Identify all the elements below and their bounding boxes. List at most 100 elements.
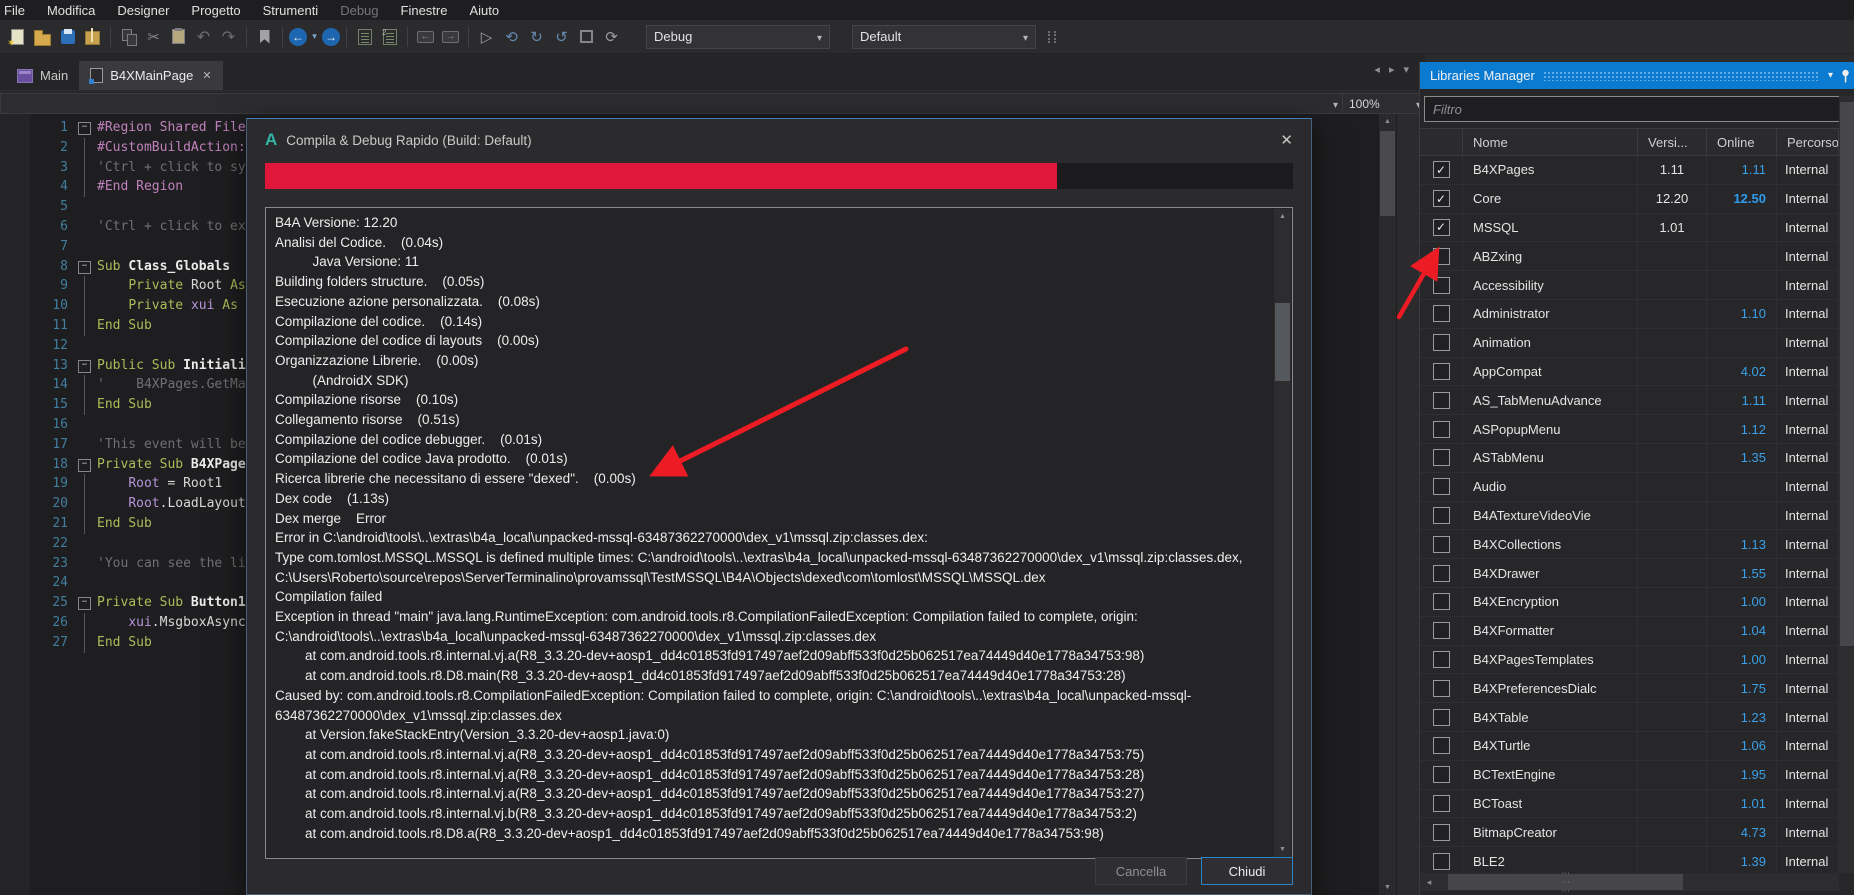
forward-icon[interactable] xyxy=(322,27,340,46)
library-checkbox[interactable] xyxy=(1432,478,1450,496)
editor-vertical-scrollbar[interactable] xyxy=(1379,114,1396,895)
fold-toggle-icon[interactable] xyxy=(78,458,91,472)
package-icon[interactable] xyxy=(81,26,104,48)
library-checkbox[interactable] xyxy=(1432,218,1450,236)
cancel-button[interactable]: Cancella xyxy=(1095,857,1187,885)
library-row[interactable]: B4XCollections 1.13 Internal xyxy=(1420,530,1839,560)
copy-icon[interactable] xyxy=(117,26,140,48)
menu-strumenti[interactable]: Strumenti xyxy=(252,2,330,19)
run-icon[interactable] xyxy=(475,26,498,48)
library-checkbox[interactable] xyxy=(1432,737,1450,755)
compile-log[interactable]: B4A Versione: 12.20 Analisi del Codice. (… xyxy=(265,207,1293,859)
library-checkbox[interactable] xyxy=(1432,708,1450,726)
toolbar-grip[interactable] xyxy=(1048,30,1056,43)
scroll-down-icon[interactable] xyxy=(1379,880,1396,895)
library-checkbox[interactable] xyxy=(1432,679,1450,697)
stop-icon[interactable] xyxy=(575,26,598,48)
library-row[interactable]: B4XFormatter 1.04 Internal xyxy=(1420,616,1839,646)
menu-designer[interactable]: Designer xyxy=(106,2,180,19)
cut-icon[interactable] xyxy=(142,26,165,48)
library-checkbox[interactable] xyxy=(1432,766,1450,784)
menu-file[interactable]: File xyxy=(0,2,36,19)
library-checkbox[interactable] xyxy=(1432,823,1450,841)
tab-list-icon[interactable] xyxy=(1403,63,1409,76)
resume-debug-icon[interactable] xyxy=(550,26,573,48)
library-row[interactable]: Audio Internal xyxy=(1420,472,1839,502)
library-row[interactable]: Administrator 1.10 Internal xyxy=(1420,299,1839,329)
panel-title-bar[interactable]: Libraries Manager xyxy=(1420,62,1854,89)
undo-icon[interactable] xyxy=(192,26,215,48)
step-debug-icon[interactable] xyxy=(525,26,548,48)
library-row[interactable]: BCToast 1.01 Internal xyxy=(1420,789,1839,819)
library-checkbox[interactable] xyxy=(1432,564,1450,582)
library-checkbox[interactable] xyxy=(1432,420,1450,438)
scrollbar-thumb[interactable] xyxy=(1275,303,1290,381)
tab-scroll-left-icon[interactable] xyxy=(1374,63,1380,76)
panel-vertical-scrollbar[interactable] xyxy=(1839,96,1854,873)
menu-finestre[interactable]: Finestre xyxy=(390,2,459,19)
restart-debug-icon[interactable] xyxy=(600,26,623,48)
fold-toggle-icon[interactable] xyxy=(78,260,91,274)
paste-icon[interactable] xyxy=(167,26,190,48)
menu-aiuto[interactable]: Aiuto xyxy=(458,2,510,19)
library-row[interactable]: BLE2 1.39 Internal xyxy=(1420,847,1839,876)
tab-main[interactable]: Main xyxy=(6,61,79,90)
back-icon[interactable] xyxy=(289,27,307,46)
library-checkbox[interactable] xyxy=(1432,362,1450,380)
scroll-left-icon[interactable] xyxy=(1422,873,1436,891)
close-button[interactable]: Chiudi xyxy=(1201,857,1293,885)
library-checkbox[interactable] xyxy=(1432,391,1450,409)
prev-module-icon[interactable] xyxy=(414,26,437,48)
bookmark-icon[interactable] xyxy=(253,26,276,48)
library-row[interactable]: B4XTurtle 1.06 Internal xyxy=(1420,731,1839,761)
zoom-combobox[interactable]: 100% xyxy=(1342,93,1428,114)
library-row[interactable]: BitmapCreator 4.73 Internal xyxy=(1420,818,1839,848)
library-checkbox[interactable] xyxy=(1432,190,1450,208)
library-row[interactable]: BCTextEngine 1.95 Internal xyxy=(1420,760,1839,790)
build-mode-combobox[interactable]: Debug xyxy=(646,24,830,49)
library-row[interactable]: B4XPagesTemplates 1.00 Internal xyxy=(1420,645,1839,675)
library-checkbox[interactable] xyxy=(1432,247,1450,265)
library-row[interactable]: B4XPreferencesDialc 1.75 Internal xyxy=(1420,674,1839,704)
build-config-combobox[interactable]: Default xyxy=(852,24,1036,49)
library-row[interactable]: B4ATextureVideoVie Internal xyxy=(1420,501,1839,531)
library-row[interactable]: B4XDrawer 1.55 Internal xyxy=(1420,559,1839,588)
library-row[interactable]: Accessibility Internal xyxy=(1420,271,1839,300)
column-header-versione[interactable]: Versi... xyxy=(1638,129,1707,155)
library-checkbox[interactable] xyxy=(1432,852,1450,870)
library-checkbox[interactable] xyxy=(1432,506,1450,524)
new-project-icon[interactable] xyxy=(6,26,29,49)
column-header-online[interactable]: Online xyxy=(1707,129,1777,155)
scrollbar-thumb[interactable] xyxy=(1448,874,1683,890)
library-checkbox[interactable] xyxy=(1432,161,1450,179)
close-tab-icon[interactable] xyxy=(202,69,211,82)
scrollbar-thumb[interactable] xyxy=(1840,102,1854,646)
library-row[interactable]: B4XEncryption 1.00 Internal xyxy=(1420,587,1839,617)
redo-icon[interactable] xyxy=(217,26,240,48)
library-checkbox[interactable] xyxy=(1432,794,1450,812)
close-icon[interactable] xyxy=(1280,131,1293,149)
library-row[interactable]: B4XTable 1.23 Internal xyxy=(1420,703,1839,732)
library-row[interactable]: Core12.2012.50Internal xyxy=(1420,184,1839,214)
dialog-title-bar[interactable]: A Compila & Debug Rapido (Build: Default… xyxy=(247,119,1311,161)
library-checkbox[interactable] xyxy=(1432,593,1450,611)
comment-list-icon[interactable] xyxy=(378,26,401,48)
scroll-up-icon[interactable] xyxy=(1379,114,1396,129)
library-row[interactable]: B4XPages1.111.11Internal xyxy=(1420,156,1839,185)
scroll-down-icon[interactable] xyxy=(1274,842,1291,857)
library-row[interactable]: AS_TabMenuAdvance 1.11 Internal xyxy=(1420,386,1839,416)
library-checkbox[interactable] xyxy=(1432,305,1450,323)
fold-toggle-icon[interactable] xyxy=(78,122,91,135)
library-row[interactable]: ABZxing Internal xyxy=(1420,242,1839,272)
library-row[interactable]: AppCompat 4.02 Internal xyxy=(1420,357,1839,387)
fold-toggle-icon[interactable] xyxy=(78,359,91,373)
library-checkbox[interactable] xyxy=(1432,650,1450,668)
save-icon[interactable] xyxy=(56,26,79,48)
chevron-down-icon[interactable] xyxy=(1828,70,1833,81)
panel-horizontal-scrollbar[interactable] xyxy=(1420,873,1839,891)
menu-progetto[interactable]: Progetto xyxy=(180,2,251,19)
library-row[interactable]: MSSQL1.01 Internal xyxy=(1420,213,1839,243)
library-checkbox[interactable] xyxy=(1432,622,1450,640)
library-row[interactable]: Animation Internal xyxy=(1420,328,1839,358)
pin-icon[interactable] xyxy=(1840,69,1851,83)
